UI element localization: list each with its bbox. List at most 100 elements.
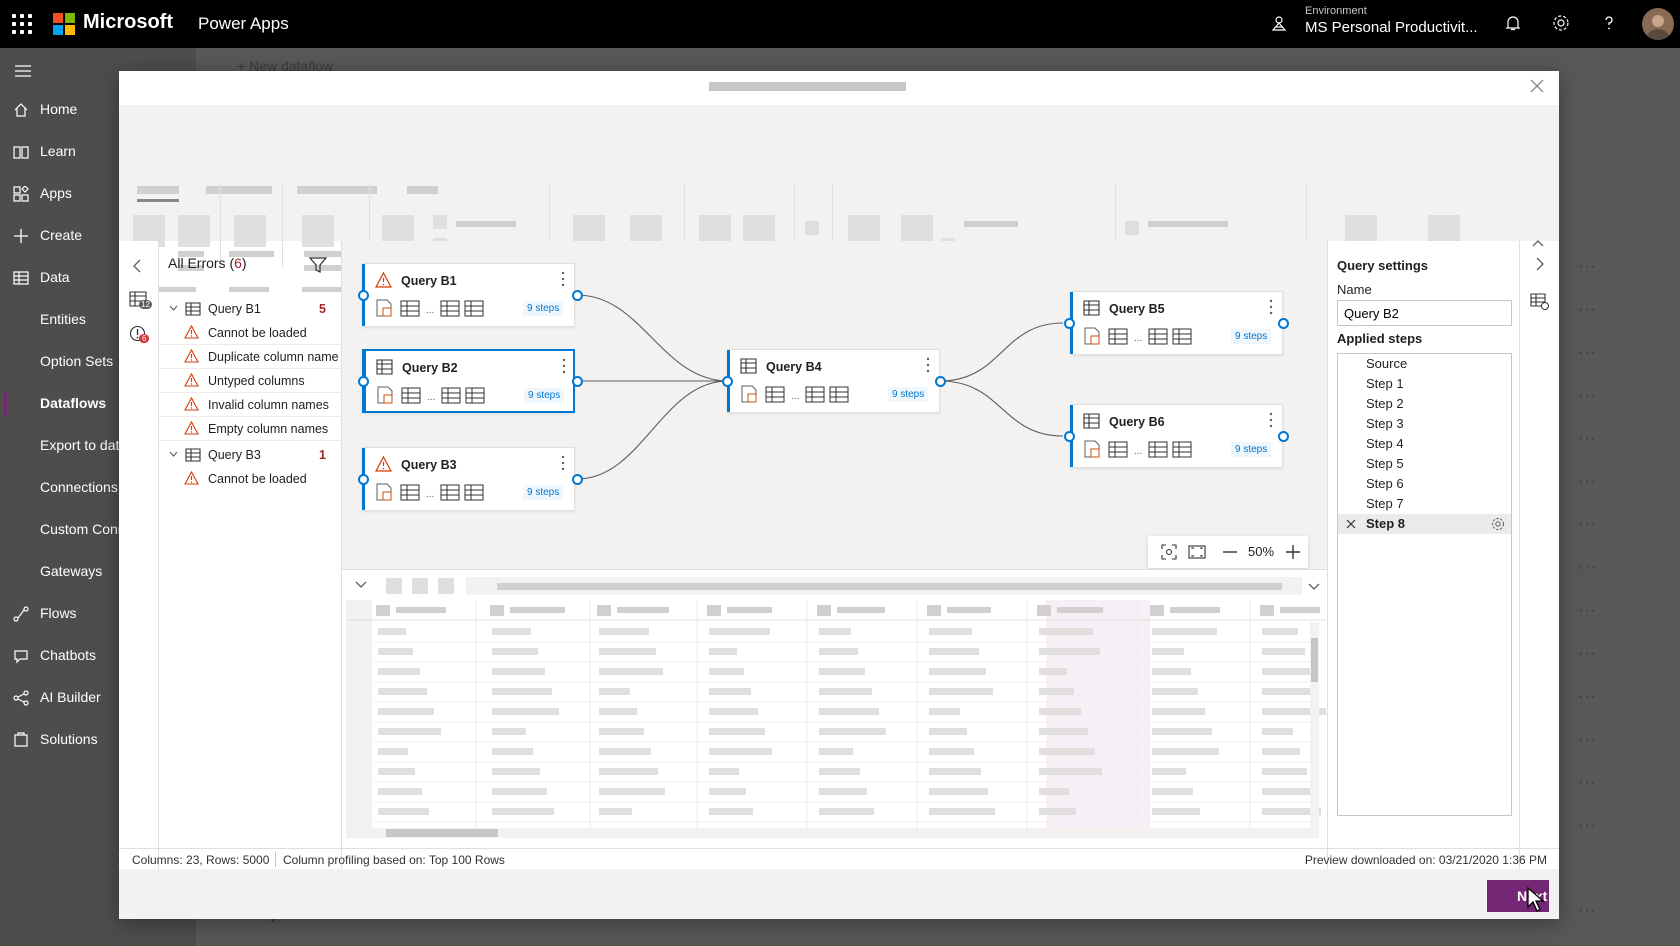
- zoom-out-icon[interactable]: [1223, 551, 1237, 553]
- more-vertical-icon[interactable]: [1269, 298, 1273, 316]
- column-type-icon: [927, 605, 941, 616]
- applied-step[interactable]: Step 7: [1338, 494, 1511, 514]
- fit-to-screen-icon[interactable]: [1188, 544, 1206, 560]
- hamburger-icon[interactable]: [15, 65, 31, 77]
- connector-port[interactable]: [358, 290, 369, 301]
- applied-step[interactable]: Step 5: [1338, 454, 1511, 474]
- connector-port[interactable]: [1064, 431, 1075, 442]
- applied-step[interactable]: Step 4: [1338, 434, 1511, 454]
- cell-placeholder: [819, 768, 860, 775]
- table-icon: [185, 302, 201, 316]
- connector-port[interactable]: [572, 290, 583, 301]
- query-card-b5[interactable]: Query B5 ... 9 steps: [1070, 291, 1283, 355]
- error-item[interactable]: Duplicate column name: [159, 345, 342, 369]
- gear-icon[interactable]: [1491, 517, 1505, 531]
- error-item[interactable]: Empty column names: [159, 417, 342, 441]
- applied-step-selected[interactable]: Step 8: [1338, 514, 1511, 534]
- brand-name[interactable]: Microsoft: [83, 11, 173, 34]
- column-profiling-status[interactable]: Column profiling based on: Top 100 Rows: [283, 853, 505, 867]
- zoom-in-icon[interactable]: [1286, 545, 1300, 559]
- chevron-left-icon[interactable]: [130, 259, 144, 273]
- error-query-b3[interactable]: Query B3 1: [159, 443, 342, 467]
- connector-port[interactable]: [935, 376, 946, 387]
- connector-port[interactable]: [1278, 318, 1289, 329]
- cell-placeholder: [1152, 748, 1219, 755]
- cell-placeholder: [929, 708, 960, 715]
- chevron-down-icon[interactable]: [169, 451, 178, 457]
- query-card-b4[interactable]: Query B4 ... 9 steps: [727, 349, 940, 413]
- warning-icon: [184, 325, 199, 339]
- applied-step[interactable]: Source: [1338, 354, 1511, 374]
- connector-port[interactable]: [358, 376, 369, 387]
- more-vertical-icon[interactable]: [561, 454, 565, 472]
- ribbon-tab-placeholder[interactable]: [137, 186, 179, 194]
- column-type-icon: [1037, 605, 1051, 616]
- more-vertical-icon[interactable]: [926, 356, 930, 374]
- applied-step[interactable]: Step 1: [1338, 374, 1511, 394]
- fit-selection-icon[interactable]: [1161, 544, 1177, 560]
- grid-toolbar-placeholder[interactable]: [412, 578, 428, 594]
- data-preview-grid[interactable]: [342, 569, 1327, 838]
- environment-icon[interactable]: [1270, 14, 1288, 32]
- error-item[interactable]: Invalid column names: [159, 393, 342, 417]
- delete-step-icon[interactable]: [1346, 519, 1356, 529]
- connector-port[interactable]: [572, 474, 583, 485]
- cell-placeholder: [709, 648, 737, 655]
- error-item[interactable]: Cannot be loaded: [159, 467, 342, 491]
- svg-text:...: ...: [426, 305, 434, 316]
- nav-label: Solutions: [40, 731, 98, 747]
- applied-step[interactable]: Step 2: [1338, 394, 1511, 414]
- grid-toolbar-placeholder[interactable]: [438, 578, 454, 594]
- app-name[interactable]: Power Apps: [198, 14, 289, 34]
- gear-icon[interactable]: [1552, 14, 1570, 32]
- applied-step[interactable]: Step 6: [1338, 474, 1511, 494]
- connector-port[interactable]: [572, 376, 583, 387]
- close-icon[interactable]: [1529, 78, 1545, 94]
- chevron-down-icon[interactable]: [354, 580, 368, 590]
- cell-placeholder: [1262, 668, 1312, 675]
- cell-placeholder: [819, 708, 879, 715]
- chevron-down-icon[interactable]: [1307, 582, 1321, 592]
- query-name-input[interactable]: [1337, 300, 1512, 326]
- environment-value[interactable]: MS Personal Productivit...: [1305, 19, 1478, 36]
- query-card-b3[interactable]: Query B3 ... 9 steps: [362, 447, 575, 511]
- query-card-b2[interactable]: Query B2 ... 9 steps: [362, 349, 575, 413]
- table-icon: [740, 358, 757, 374]
- error-item[interactable]: Cannot be loaded: [159, 321, 342, 345]
- queries-pane-button[interactable]: 12: [129, 291, 153, 313]
- query-card-b1[interactable]: Query B1 ... 9 steps: [362, 263, 575, 327]
- more-vertical-icon[interactable]: [1269, 411, 1273, 429]
- query-settings-icon[interactable]: [1530, 293, 1550, 311]
- chevron-down-icon[interactable]: [169, 305, 178, 311]
- cell-placeholder: [709, 808, 753, 815]
- ribbon-tab-placeholder[interactable]: [407, 186, 438, 194]
- waffle-icon[interactable]: [12, 14, 32, 34]
- connector-port[interactable]: [1278, 431, 1289, 442]
- errors-pane-button[interactable]: 6: [129, 325, 153, 347]
- steps-badge: 9 steps: [1231, 442, 1272, 457]
- grid-table-skeleton: [346, 600, 1326, 838]
- scroll-thumb: [1311, 638, 1318, 682]
- chevron-right-icon[interactable]: [1533, 257, 1547, 271]
- applied-step[interactable]: Step 3: [1338, 414, 1511, 434]
- more-vertical-icon[interactable]: [561, 270, 565, 288]
- ribbon-tab-placeholder[interactable]: [206, 186, 272, 194]
- grid-toolbar-placeholder[interactable]: [386, 578, 402, 594]
- filter-icon[interactable]: [309, 256, 327, 274]
- cell-placeholder: [1262, 628, 1298, 635]
- connector-port[interactable]: [722, 376, 733, 387]
- bell-icon[interactable]: [1504, 14, 1522, 32]
- error-query-b1[interactable]: Query B1 5: [159, 297, 342, 321]
- more-vertical-icon[interactable]: [562, 357, 566, 375]
- diagram-canvas[interactable]: Query B1 ... 9 steps Query B2 ... 9 step…: [342, 241, 1327, 569]
- connector-port[interactable]: [1064, 318, 1075, 329]
- help-icon[interactable]: [1600, 14, 1618, 32]
- cell-placeholder: [492, 668, 545, 675]
- avatar[interactable]: [1642, 8, 1674, 40]
- error-item[interactable]: Untyped columns: [159, 369, 342, 393]
- ribbon-tab-home[interactable]: [137, 199, 179, 202]
- ribbon-tab-placeholder[interactable]: [297, 186, 377, 194]
- query-name: Query B6: [1109, 415, 1165, 429]
- connector-port[interactable]: [358, 474, 369, 485]
- query-card-b6[interactable]: Query B6 ... 9 steps: [1070, 404, 1283, 468]
